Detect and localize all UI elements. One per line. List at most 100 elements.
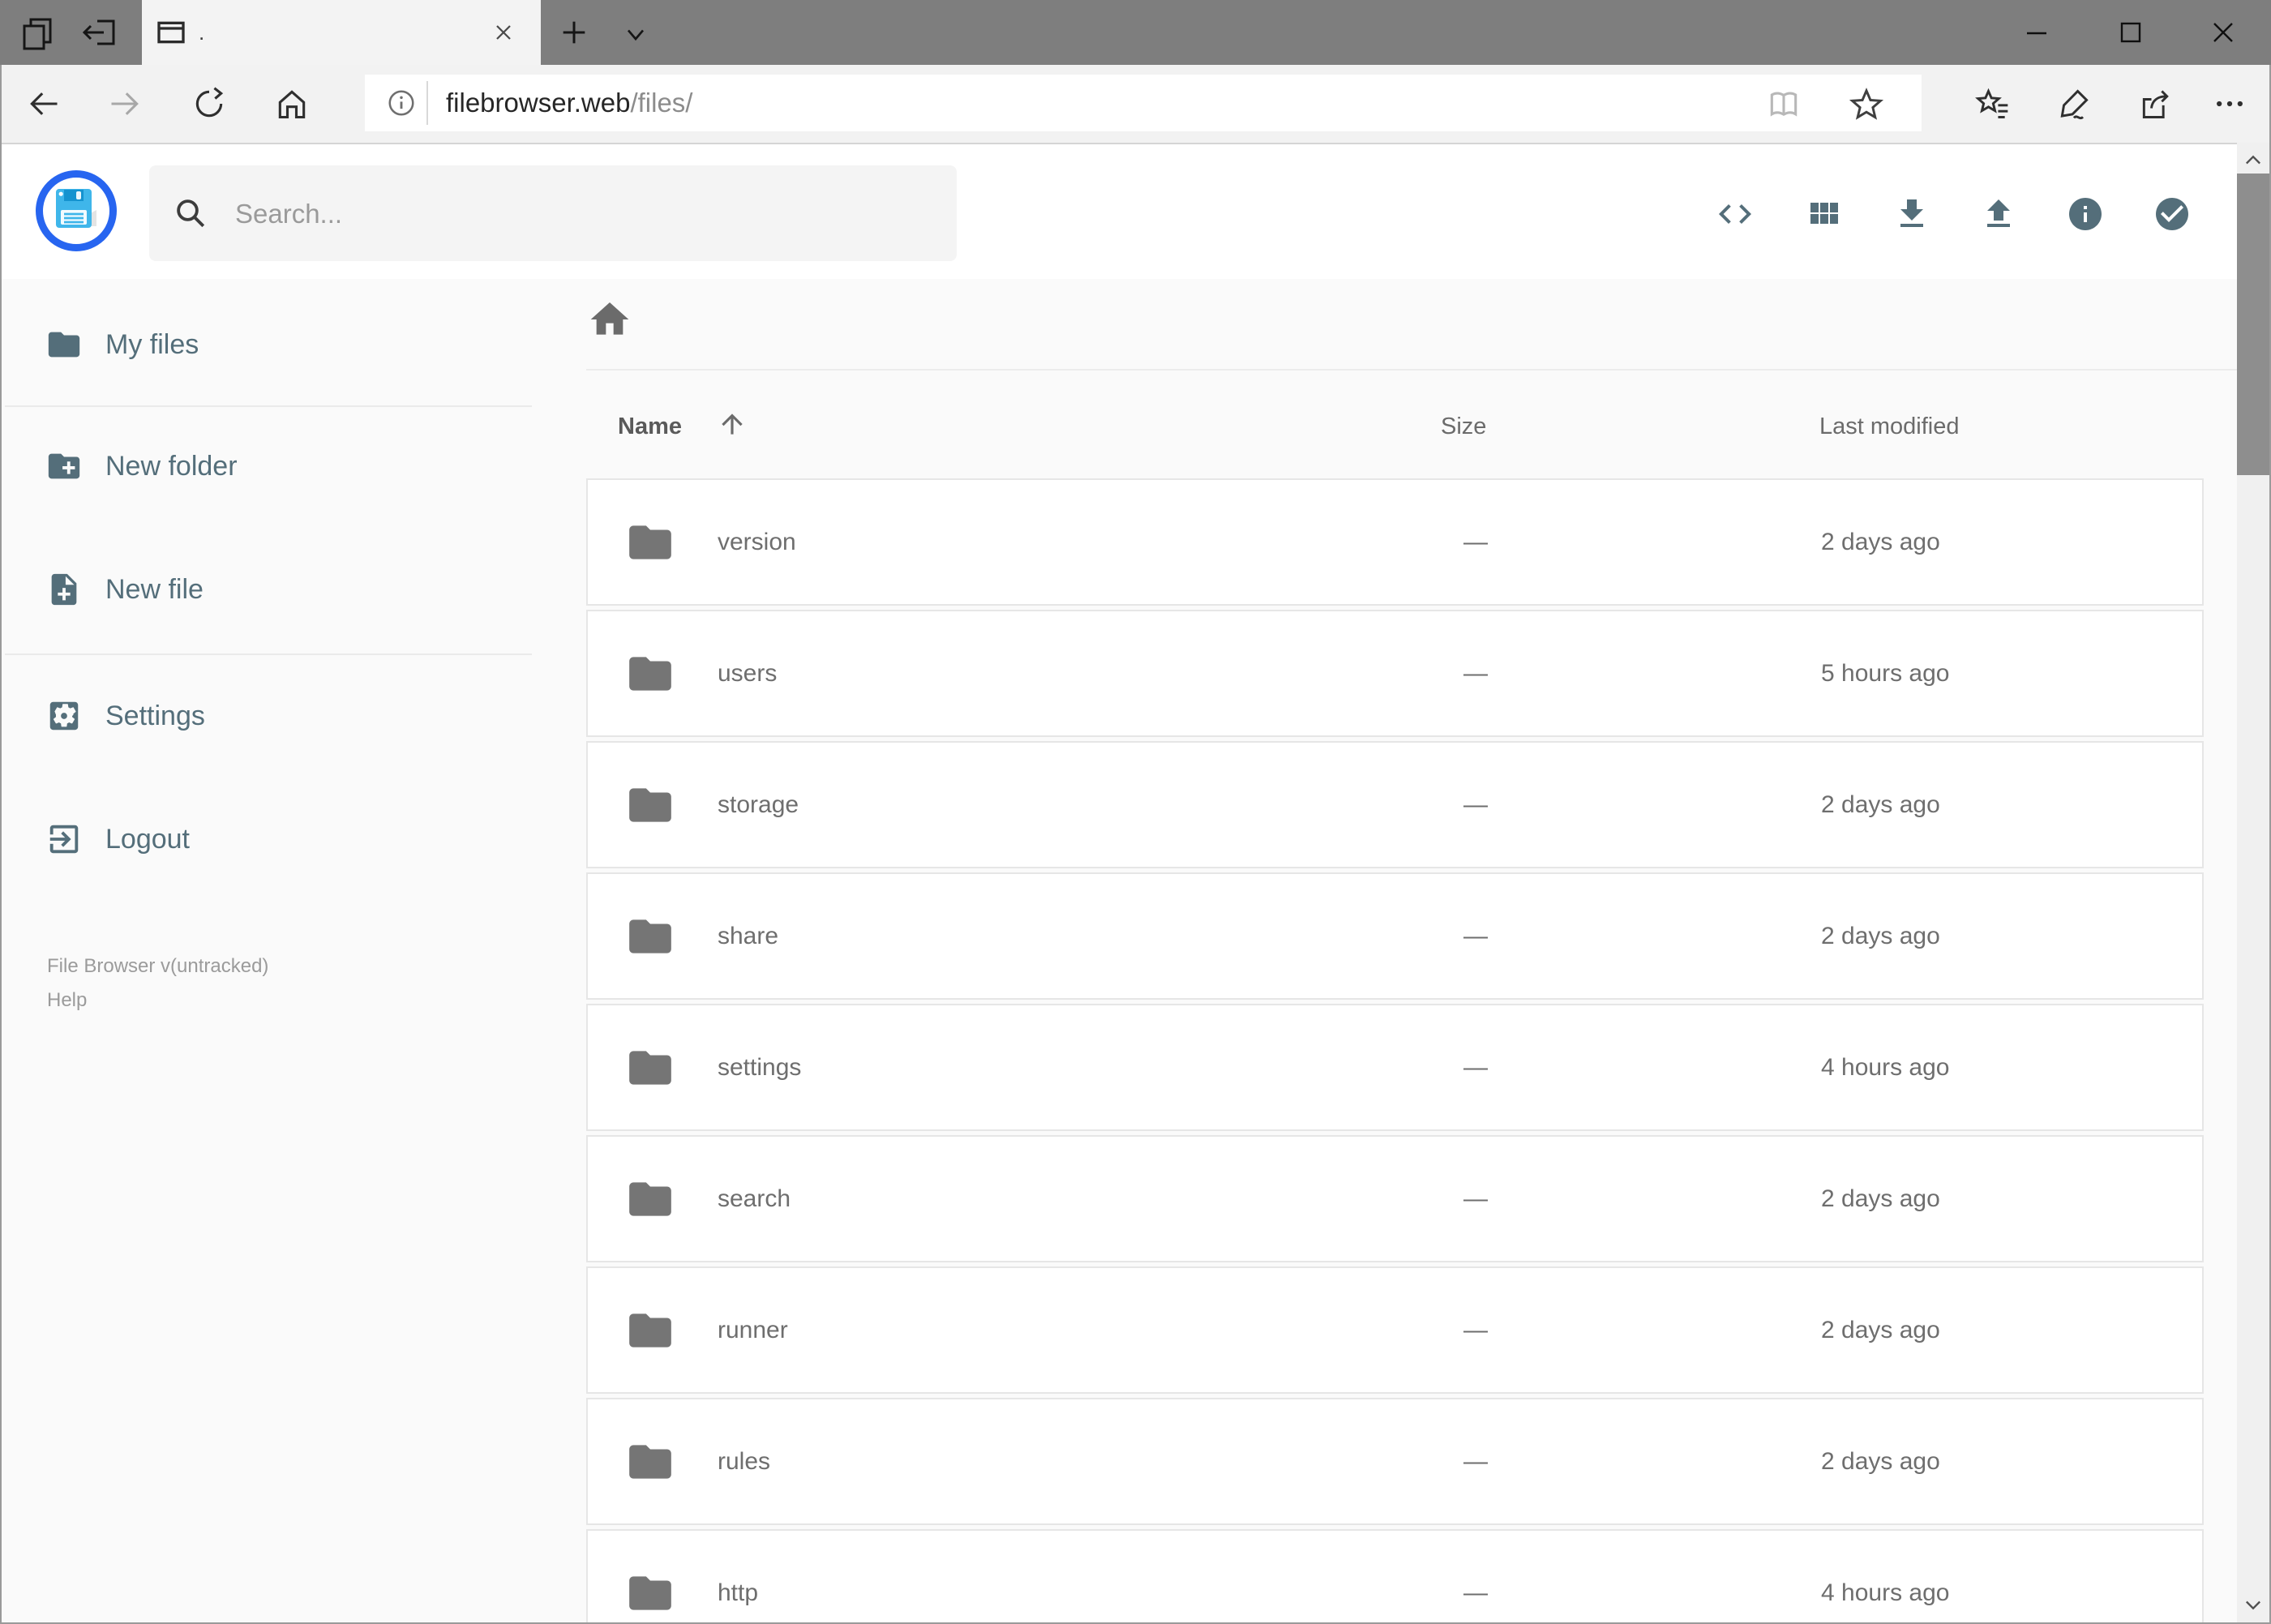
filebrowser-logo[interactable] [36, 170, 117, 251]
file-row-rules[interactable]: rules — 2 days ago [586, 1398, 2204, 1525]
forward-icon[interactable] [107, 86, 143, 122]
file-size: — [1463, 1316, 1488, 1343]
file-row-share[interactable]: share — 2 days ago [586, 872, 2204, 1000]
file-name: runner [718, 1316, 788, 1343]
help-link[interactable]: Help [47, 984, 87, 1017]
url-path: /files/ [630, 88, 693, 118]
favorites-hub-icon[interactable] [1975, 86, 2011, 122]
file-size: — [1463, 1185, 1488, 1212]
folder-icon [625, 780, 675, 830]
folder-icon [625, 1043, 675, 1093]
window-border-left [0, 65, 2, 1624]
url-separator [426, 81, 428, 125]
file-size: — [1463, 1579, 1488, 1606]
page-favicon-icon [157, 21, 185, 44]
column-header-size[interactable]: Size [1441, 413, 1486, 440]
sidebar-item-new-file[interactable]: New file [0, 547, 535, 632]
favorite-star-icon[interactable] [1849, 86, 1884, 122]
file-modified: 4 hours ago [1821, 1579, 1950, 1606]
sidebar-item-label: New folder [105, 450, 238, 482]
file-modified: 2 days ago [1821, 528, 1940, 555]
file-modified: 2 days ago [1821, 1447, 1940, 1475]
column-header-name[interactable]: Name [618, 413, 682, 440]
file-modified: 2 days ago [1821, 922, 1940, 949]
maximize-icon[interactable] [2115, 16, 2147, 49]
file-row-users[interactable]: users — 5 hours ago [586, 610, 2204, 737]
file-name: version [718, 528, 796, 555]
scroll-up-icon[interactable] [2242, 149, 2265, 172]
minimize-icon[interactable] [2020, 16, 2053, 49]
back-icon[interactable] [26, 86, 62, 122]
page-scrollbar[interactable] [2237, 143, 2269, 1622]
file-row-search[interactable]: search — 2 days ago [586, 1135, 2204, 1262]
folder-icon [45, 326, 83, 363]
share-icon[interactable] [2138, 86, 2174, 122]
folder-icon [625, 517, 675, 568]
file-size: — [1463, 922, 1488, 949]
url-host: filebrowser.web [446, 88, 631, 118]
file-size: — [1463, 1053, 1488, 1081]
page-info-icon[interactable] [386, 88, 417, 118]
logout-icon [45, 821, 83, 858]
sidebar-item-new-folder[interactable]: New folder [0, 424, 535, 508]
file-name: settings [718, 1053, 802, 1081]
tab-preview-icon[interactable] [18, 13, 57, 52]
tab-title: . [199, 20, 205, 45]
file-row-settings[interactable]: settings — 4 hours ago [586, 1004, 2204, 1131]
code-icon[interactable] [1716, 195, 1755, 234]
file-row-runner[interactable]: runner — 2 days ago [586, 1266, 2204, 1394]
sidebar-item-settings[interactable]: Settings [0, 674, 535, 758]
upload-icon[interactable] [1979, 195, 2018, 234]
new-file-icon [45, 571, 83, 608]
file-name: rules [718, 1447, 771, 1475]
breadcrumb-divider [586, 369, 2237, 371]
scrollbar-thumb[interactable] [2237, 174, 2269, 475]
settings-icon [45, 697, 83, 735]
more-menu-icon[interactable] [2212, 86, 2247, 122]
close-tab-icon[interactable] [491, 19, 516, 45]
search-input[interactable] [234, 165, 934, 263]
set-tabs-aside-icon[interactable] [79, 13, 118, 52]
file-row-http[interactable]: http — 4 hours ago [586, 1529, 2204, 1624]
version-text: File Browser v(untracked) [47, 955, 269, 977]
file-modified: 5 hours ago [1821, 659, 1950, 687]
select-multiple-icon[interactable] [2153, 195, 2192, 234]
tab-list-chevron-icon[interactable] [621, 19, 650, 49]
file-row-version[interactable]: version — 2 days ago [586, 478, 2204, 606]
web-notes-pen-icon[interactable] [2056, 86, 2092, 122]
file-name: users [718, 659, 778, 687]
file-modified: 2 days ago [1821, 1185, 1940, 1212]
download-icon[interactable] [1892, 195, 1931, 234]
filebrowser-content: My files New folder New file Settings Lo… [0, 279, 2271, 1624]
sort-ascending-icon[interactable] [717, 409, 748, 439]
column-header-modified[interactable]: Last modified [1819, 413, 1960, 440]
sidebar-item-label: New file [105, 573, 204, 605]
new-tab-icon[interactable] [558, 16, 590, 49]
sidebar-item-my-files[interactable]: My files [0, 302, 535, 387]
new-folder-icon [45, 448, 83, 485]
scroll-down-icon[interactable] [2242, 1593, 2265, 1616]
browser-titlebar: . [0, 0, 2271, 65]
breadcrumb-home-icon[interactable] [587, 297, 632, 342]
sidebar-item-logout[interactable]: Logout [0, 797, 535, 881]
file-size: — [1463, 1447, 1488, 1475]
grid-view-icon[interactable] [1804, 195, 1843, 234]
folder-icon [625, 1568, 675, 1618]
file-modified: 2 days ago [1821, 1316, 1940, 1343]
file-row-storage[interactable]: storage — 2 days ago [586, 741, 2204, 868]
reading-view-icon[interactable] [1766, 86, 1802, 122]
close-window-icon[interactable] [2207, 16, 2239, 49]
file-size: — [1463, 659, 1488, 687]
browser-tab[interactable]: . [142, 0, 541, 65]
search-box[interactable] [149, 165, 957, 263]
info-icon[interactable] [2066, 195, 2105, 234]
file-size: — [1463, 528, 1488, 555]
folder-icon [625, 1437, 675, 1487]
filebrowser-header [0, 143, 2271, 279]
file-name: storage [718, 791, 799, 818]
url-bar[interactable]: filebrowser.web/files/ [365, 75, 1922, 131]
home-nav-icon[interactable] [274, 86, 310, 122]
refresh-icon[interactable] [191, 86, 227, 122]
search-icon [174, 196, 208, 230]
sidebar-item-label: Logout [105, 823, 190, 855]
